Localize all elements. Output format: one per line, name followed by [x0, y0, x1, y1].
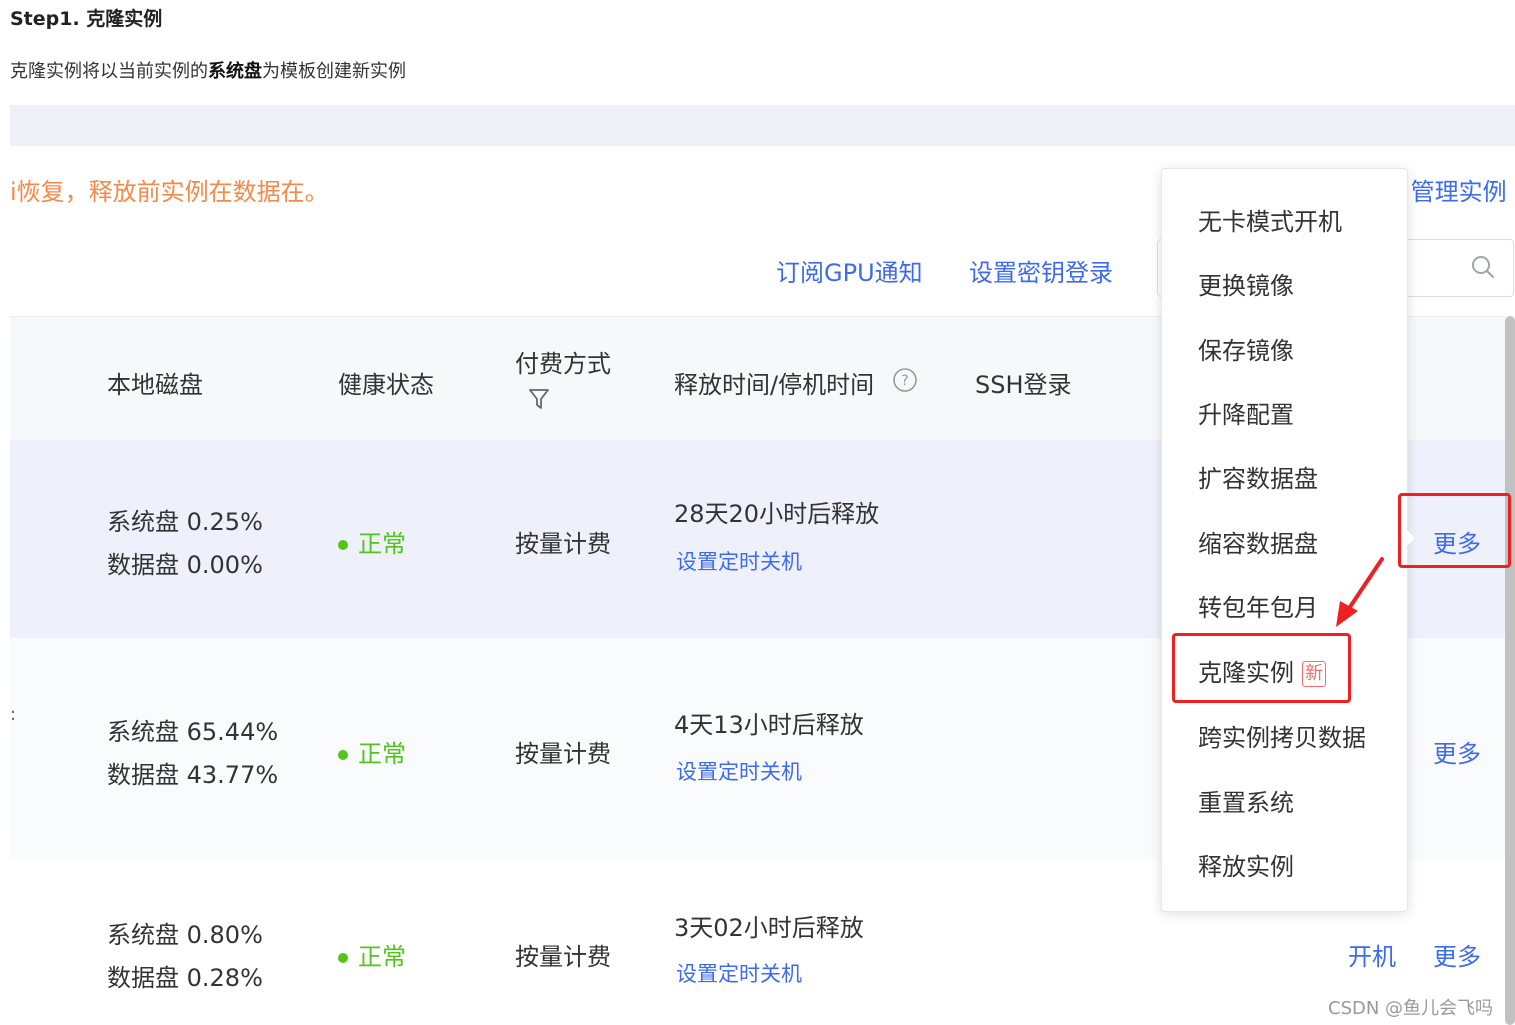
menu-item-save-image[interactable]: 保存镜像: [1198, 331, 1294, 366]
health-label: 正常: [358, 530, 406, 558]
more-button[interactable]: 更多: [1433, 734, 1481, 769]
highlight-clone-box: [1172, 633, 1351, 703]
menu-item-cardless-boot[interactable]: 无卡模式开机: [1198, 202, 1342, 237]
health-status: 正常: [338, 937, 406, 972]
billing-type: 按量计费: [515, 943, 611, 971]
data-disk-usage: 数据盘 0.00%: [107, 551, 263, 579]
menu-item-change-image[interactable]: 更换镜像: [1198, 266, 1294, 301]
system-disk-usage: 系统盘 65.44%: [107, 718, 279, 746]
header-health: 健康状态: [338, 371, 434, 399]
status-dot-icon: [338, 953, 348, 963]
schedule-shutdown-link[interactable]: 设置定时关机: [676, 756, 802, 786]
system-disk-usage: 系统盘 0.80%: [107, 921, 263, 949]
health-label: 正常: [358, 740, 406, 768]
notice-band: [10, 105, 1515, 146]
status-dot-icon: [338, 750, 348, 760]
filter-icon[interactable]: [528, 387, 550, 411]
step-title: Step1. 克隆实例: [10, 8, 163, 30]
health-status: 正常: [338, 524, 406, 559]
header-billing: 付费方式: [515, 350, 611, 378]
watermark: CSDN @鱼儿会飞吗: [1328, 998, 1494, 1019]
menu-item-expand-data-disk[interactable]: 扩容数据盘: [1198, 459, 1318, 494]
svg-text:?: ?: [901, 373, 908, 389]
disk-usage: 系统盘 0.25% 数据盘 0.00%: [107, 502, 263, 580]
search-icon[interactable]: [1470, 254, 1496, 280]
health-label: 正常: [358, 943, 406, 971]
header-local-disk: 本地磁盘: [107, 371, 203, 399]
release-warning: i恢复，释放前实例在数据在。: [10, 178, 329, 206]
desc-suffix: 为模板创建新实例: [262, 61, 406, 82]
header-release-time: 释放时间/停机时间: [674, 371, 875, 399]
subscribe-gpu-link[interactable]: 订阅GPU通知: [776, 253, 923, 288]
release-time: 28天20小时后释放: [674, 500, 880, 528]
highlight-more-box: [1398, 493, 1511, 568]
help-icon[interactable]: ?: [892, 367, 918, 393]
menu-item-release-instance[interactable]: 释放实例: [1198, 847, 1294, 882]
health-status: 正常: [338, 734, 406, 769]
desc-bold: 系统盘: [208, 61, 262, 82]
annotation-arrow-icon: [1336, 557, 1384, 627]
step-description: 克隆实例将以当前实例的系统盘为模板创建新实例: [10, 57, 406, 83]
menu-item-reset-system[interactable]: 重置系统: [1198, 783, 1294, 818]
billing-type: 按量计费: [515, 530, 611, 558]
menu-item-copy-data[interactable]: 跨实例拷贝数据: [1198, 718, 1366, 753]
menu-item-convert-subscription[interactable]: 转包年包月: [1198, 588, 1318, 623]
more-actions-menu: 无卡模式开机 更换镜像 保存镜像 升降配置 扩容数据盘 缩容数据盘 转包年包月 …: [1161, 168, 1408, 912]
status-dot-icon: [338, 540, 348, 550]
set-key-login-link[interactable]: 设置密钥登录: [969, 253, 1113, 288]
power-on-button[interactable]: 开机: [1348, 937, 1396, 972]
vertical-scrollbar[interactable]: [1505, 316, 1515, 1025]
menu-item-shrink-data-disk[interactable]: 缩容数据盘: [1198, 524, 1318, 559]
billing-type: 按量计费: [515, 740, 611, 768]
row-edge-fragment: :: [10, 704, 17, 725]
header-ssh: SSH登录: [975, 371, 1072, 399]
schedule-shutdown-link[interactable]: 设置定时关机: [676, 958, 802, 988]
disk-usage: 系统盘 65.44% 数据盘 43.77%: [107, 712, 278, 790]
release-time: 3天02小时后释放: [674, 914, 864, 942]
menu-item-resize-config[interactable]: 升降配置: [1198, 395, 1294, 430]
release-time: 4天13小时后释放: [674, 711, 864, 739]
schedule-shutdown-link[interactable]: 设置定时关机: [676, 546, 802, 576]
data-disk-usage: 数据盘 0.28%: [107, 964, 263, 992]
desc-prefix: 克隆实例将以当前实例的: [10, 61, 208, 82]
data-disk-usage: 数据盘 43.77%: [107, 761, 279, 789]
system-disk-usage: 系统盘 0.25%: [107, 508, 263, 536]
disk-usage: 系统盘 0.80% 数据盘 0.28%: [107, 915, 263, 993]
manage-instance-link[interactable]: ·管理实例: [1403, 172, 1507, 207]
more-button[interactable]: 更多: [1433, 937, 1481, 972]
